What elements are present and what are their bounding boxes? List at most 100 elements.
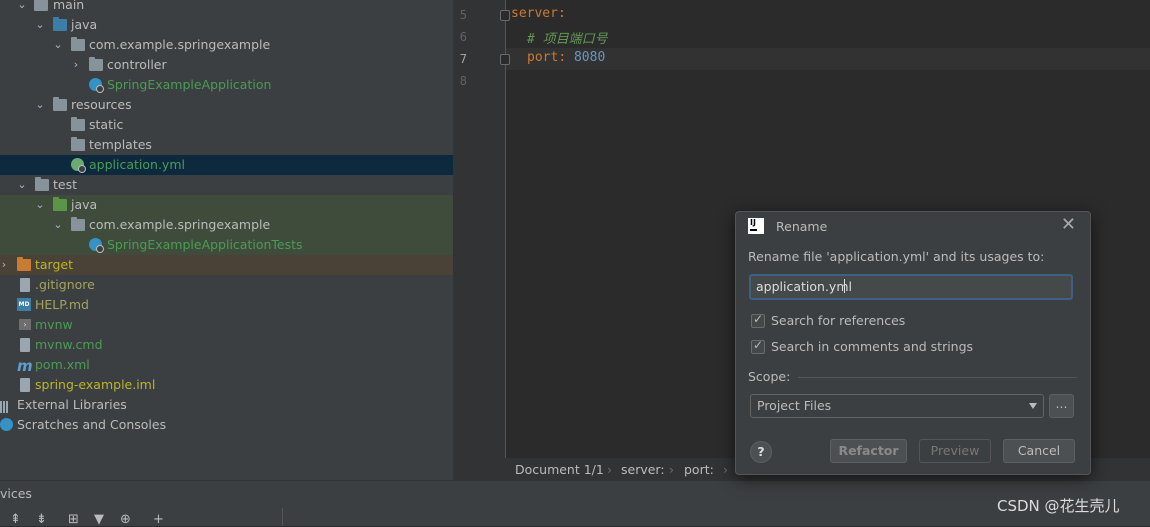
code-line-7: port: 8080 bbox=[527, 50, 605, 65]
excluded-folder-icon bbox=[17, 257, 31, 271]
package-icon bbox=[71, 217, 85, 231]
scope-value: Project Files bbox=[757, 398, 832, 413]
panel-title: vices bbox=[0, 486, 32, 501]
tree-node-templates[interactable]: templates bbox=[0, 135, 453, 155]
folder-icon bbox=[35, 177, 49, 191]
tree-node-label: java bbox=[71, 197, 98, 212]
tree-node-target[interactable]: › target bbox=[0, 255, 453, 275]
source-folder-icon bbox=[53, 17, 67, 31]
tree-node-main[interactable]: ⌄ main bbox=[0, 0, 453, 15]
tree-node-mvnw[interactable]: › mvnw bbox=[0, 315, 453, 335]
module-file-icon bbox=[20, 378, 30, 392]
line-number: 6 bbox=[459, 30, 467, 44]
tree-node-label: .gitignore bbox=[35, 277, 95, 292]
tree-node-external-libraries[interactable]: External Libraries bbox=[0, 395, 453, 415]
chevron-right-icon[interactable]: › bbox=[70, 55, 82, 75]
folder-icon bbox=[71, 137, 85, 151]
tree-node-label: main bbox=[53, 0, 85, 12]
package-icon bbox=[71, 37, 85, 51]
spring-class-icon bbox=[89, 78, 104, 93]
tree-node-label: HELP.md bbox=[35, 297, 89, 312]
tree-node-label: java bbox=[71, 17, 98, 32]
folder-icon bbox=[34, 0, 48, 11]
help-button[interactable]: ? bbox=[750, 441, 772, 463]
project-tree: ⌄ main ⌄ java ⌄ com.example.springexampl… bbox=[0, 0, 453, 480]
scope-select[interactable]: Project Files bbox=[750, 394, 1044, 418]
chevron-down-icon[interactable]: ⌄ bbox=[34, 95, 46, 115]
breadcrumb-separator: › bbox=[723, 462, 728, 477]
breadcrumb-separator: › bbox=[607, 462, 612, 477]
fold-end-icon[interactable] bbox=[500, 54, 510, 65]
chevron-down-icon[interactable]: ⌄ bbox=[16, 0, 28, 15]
tree-node-pom[interactable]: m pom.xml bbox=[0, 355, 453, 375]
breadcrumb-item-port[interactable]: port: bbox=[684, 459, 714, 481]
tree-node-test-package[interactable]: ⌄ com.example.springexample bbox=[0, 215, 453, 235]
tree-node-label: static bbox=[89, 117, 124, 132]
chevron-right-icon[interactable]: › bbox=[0, 255, 10, 275]
tree-node-resources[interactable]: ⌄ resources bbox=[0, 95, 453, 115]
file-icon bbox=[20, 338, 30, 352]
chevron-down-icon[interactable]: ⌄ bbox=[34, 15, 46, 35]
intellij-logo-icon bbox=[748, 218, 764, 234]
preview-button[interactable]: Preview bbox=[919, 439, 991, 463]
tree-node-label: spring-example.iml bbox=[35, 377, 156, 392]
file-icon bbox=[20, 278, 30, 292]
tree-node-label: resources bbox=[71, 97, 132, 112]
services-panel: vices ⇞ ⇟ ⊞ ▼ ⊕ + bbox=[0, 480, 1150, 527]
tree-node-test[interactable]: ⌄ test bbox=[0, 175, 453, 195]
new-name-input[interactable]: application.yml bbox=[749, 274, 1073, 300]
fold-marker-icon[interactable] bbox=[500, 10, 510, 21]
tree-node-java[interactable]: ⌄ java bbox=[0, 15, 453, 35]
breadcrumb-separator: › bbox=[669, 462, 674, 477]
folder-icon bbox=[71, 117, 85, 131]
dialog-title: Rename bbox=[776, 219, 828, 234]
refactor-button[interactable]: Refactor bbox=[830, 439, 907, 463]
package-icon bbox=[89, 57, 103, 71]
tree-node-app-class[interactable]: SpringExampleApplication bbox=[0, 75, 453, 95]
yaml-value: 8080 bbox=[573, 50, 606, 65]
spring-config-icon bbox=[71, 158, 86, 173]
code-line-5: server: bbox=[511, 6, 566, 21]
chevron-down-icon[interactable]: ⌄ bbox=[34, 195, 46, 215]
scope-separator bbox=[798, 377, 1077, 378]
editor-gutter bbox=[453, 0, 506, 458]
search-references-label[interactable]: Search for references bbox=[771, 313, 905, 328]
cancel-button[interactable]: Cancel bbox=[1003, 439, 1075, 463]
yaml-key: server bbox=[511, 6, 558, 21]
tree-node-static[interactable]: static bbox=[0, 115, 453, 135]
tree-node-label: controller bbox=[107, 57, 167, 72]
chevron-down-icon[interactable]: ⌄ bbox=[52, 215, 64, 235]
tree-node-scratches[interactable]: Scratches and Consoles bbox=[0, 415, 453, 435]
chevron-down-icon[interactable]: ⌄ bbox=[16, 175, 28, 195]
tree-node-label: Scratches and Consoles bbox=[17, 417, 167, 432]
tree-node-label: target bbox=[35, 257, 74, 272]
tree-node-test-class[interactable]: SpringExampleApplicationTests bbox=[0, 235, 453, 255]
breadcrumb-document[interactable]: Document 1/1 bbox=[515, 459, 604, 481]
breadcrumb-item-server[interactable]: server: bbox=[621, 459, 665, 481]
line-number: 5 bbox=[459, 8, 467, 22]
resources-folder-icon bbox=[53, 97, 67, 111]
tree-node-application-yml[interactable]: application.yml bbox=[0, 155, 453, 175]
tree-node-mvnw-cmd[interactable]: mvnw.cmd bbox=[0, 335, 453, 355]
tree-node-package[interactable]: ⌄ com.example.springexample bbox=[0, 35, 453, 55]
search-references-checkbox[interactable] bbox=[751, 312, 765, 328]
rename-prompt: Rename file 'application.yml' and its us… bbox=[748, 249, 1045, 264]
chevron-down-icon bbox=[1029, 403, 1037, 409]
tree-node-label: mvnw bbox=[35, 317, 73, 332]
tree-node-help-md[interactable]: MD HELP.md bbox=[0, 295, 453, 315]
close-icon[interactable]: ✕ bbox=[1061, 214, 1076, 235]
tree-node-gitignore[interactable]: .gitignore bbox=[0, 275, 453, 295]
browse-scope-button[interactable]: ... bbox=[1049, 394, 1074, 418]
yaml-comment: # 项目端口号 bbox=[527, 32, 608, 47]
line-number: 8 bbox=[459, 74, 467, 88]
tree-node-label: SpringExampleApplication bbox=[107, 77, 272, 92]
search-comments-checkbox[interactable] bbox=[751, 338, 765, 354]
tree-node-test-java[interactable]: ⌄ java bbox=[0, 195, 453, 215]
tree-node-iml[interactable]: spring-example.iml bbox=[0, 375, 453, 395]
gutter-divider bbox=[505, 0, 506, 458]
chevron-down-icon[interactable]: ⌄ bbox=[52, 35, 64, 55]
text-caret bbox=[844, 279, 845, 293]
search-comments-label[interactable]: Search in comments and strings bbox=[771, 339, 973, 354]
tree-node-controller[interactable]: › controller bbox=[0, 55, 453, 75]
yaml-key: port bbox=[527, 50, 559, 65]
